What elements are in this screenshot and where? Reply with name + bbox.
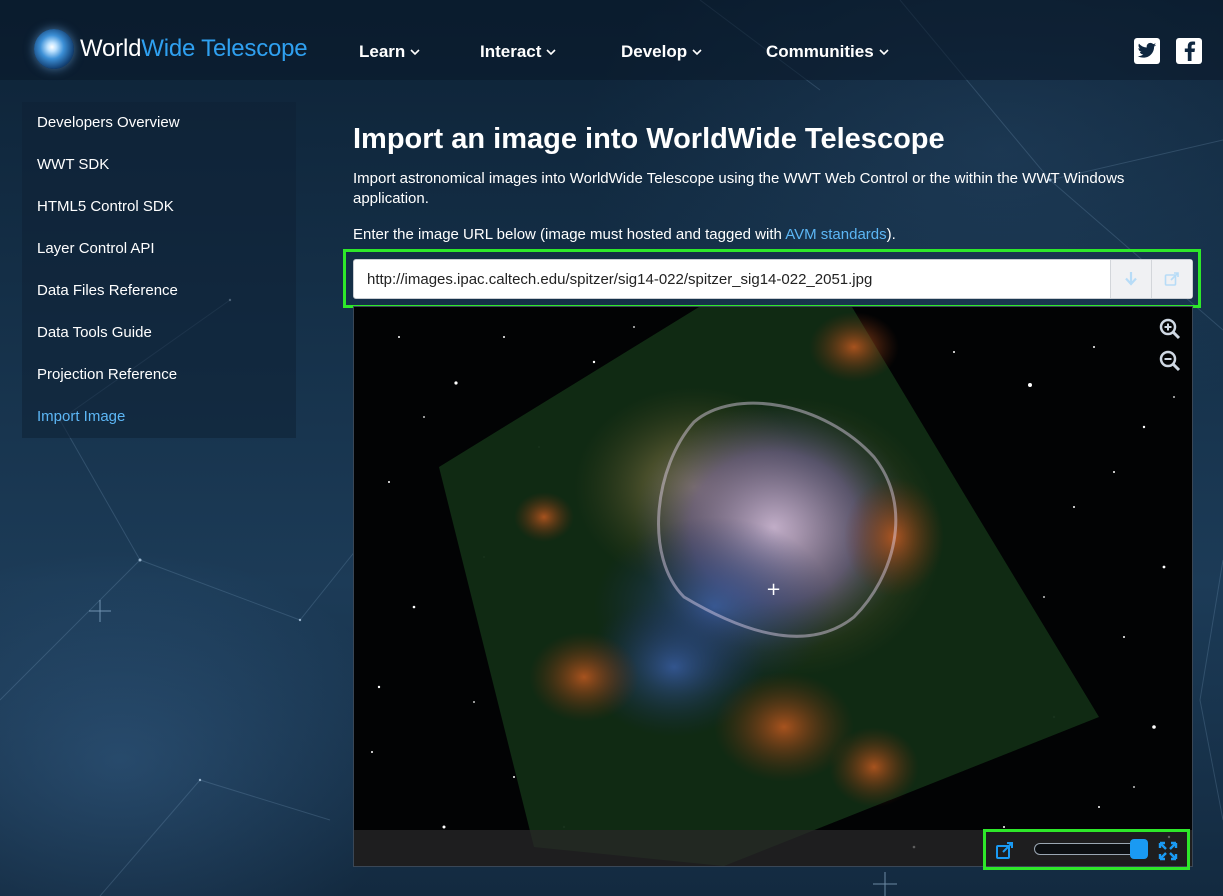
logo-orb-icon bbox=[34, 29, 74, 69]
facebook-icon[interactable] bbox=[1176, 38, 1202, 64]
logo-word-2: Wide Telescope bbox=[141, 35, 308, 62]
opacity-slider[interactable] bbox=[1034, 843, 1138, 855]
nav-interact[interactable]: Interact bbox=[480, 40, 557, 64]
nav-communities-label: Communities bbox=[766, 42, 874, 61]
sidebar-item-data-files-reference[interactable]: Data Files Reference bbox=[37, 281, 178, 301]
site-logo[interactable]: WorldWide Telescope bbox=[34, 28, 308, 70]
download-arrow-icon bbox=[1125, 272, 1137, 286]
nav-communities[interactable]: Communities bbox=[766, 40, 890, 64]
sidebar-item-wwt-sdk[interactable]: WWT SDK bbox=[37, 155, 109, 175]
sidebar-item-html5-control-sdk[interactable]: HTML5 Control SDK bbox=[37, 197, 174, 217]
twitter-icon[interactable] bbox=[1134, 38, 1160, 64]
logo-text: WorldWide Telescope bbox=[80, 35, 308, 63]
nav-learn[interactable]: Learn bbox=[359, 40, 421, 64]
chevron-down-icon bbox=[546, 49, 556, 56]
nav-learn-label: Learn bbox=[359, 42, 406, 61]
import-image-button[interactable] bbox=[1110, 260, 1151, 298]
logo-word-1: World bbox=[80, 35, 142, 62]
image-url-input[interactable] bbox=[354, 260, 1110, 298]
chevron-down-icon bbox=[410, 49, 420, 56]
chevron-down-icon bbox=[879, 49, 889, 56]
chevron-down-icon bbox=[692, 49, 702, 56]
crosshair: + bbox=[766, 579, 782, 600]
sidebar-item-developers-overview[interactable]: Developers Overview bbox=[37, 113, 180, 133]
sidebar: Developers Overview WWT SDK HTML5 Contro… bbox=[22, 102, 296, 438]
zoom-in-icon[interactable] bbox=[1158, 317, 1182, 341]
sidebar-item-layer-control-api[interactable]: Layer Control API bbox=[37, 239, 155, 259]
nav-develop-label: Develop bbox=[621, 42, 688, 61]
external-link-icon[interactable] bbox=[995, 841, 1015, 861]
open-image-button[interactable] bbox=[1151, 260, 1192, 298]
sidebar-item-data-tools-guide[interactable]: Data Tools Guide bbox=[37, 323, 152, 343]
nav-develop[interactable]: Develop bbox=[621, 40, 703, 64]
instruction-suffix: ). bbox=[886, 226, 896, 243]
nav-interact-label: Interact bbox=[480, 42, 542, 61]
sidebar-item-projection-reference[interactable]: Projection Reference bbox=[37, 365, 177, 385]
zoom-out-icon[interactable] bbox=[1158, 349, 1182, 373]
sidebar-item-import-image[interactable]: Import Image bbox=[37, 407, 125, 427]
intro-text: Import astronomical images into WorldWid… bbox=[353, 170, 1125, 207]
url-input-group bbox=[353, 259, 1193, 299]
image-viewer[interactable]: + bbox=[353, 306, 1193, 867]
page-title: Import an image into WorldWide Telescope bbox=[353, 123, 945, 155]
external-edit-icon bbox=[1164, 272, 1179, 286]
url-instruction: Enter the image URL below (image must ho… bbox=[353, 226, 896, 243]
instruction-text: Enter the image URL below (image must ho… bbox=[353, 226, 786, 243]
avm-standards-link[interactable]: AVM standards bbox=[785, 226, 886, 243]
site-header: WorldWide Telescope Learn Interact Devel… bbox=[0, 0, 1223, 80]
opacity-slider-thumb[interactable] bbox=[1130, 839, 1148, 859]
fullscreen-icon[interactable] bbox=[1158, 841, 1178, 861]
